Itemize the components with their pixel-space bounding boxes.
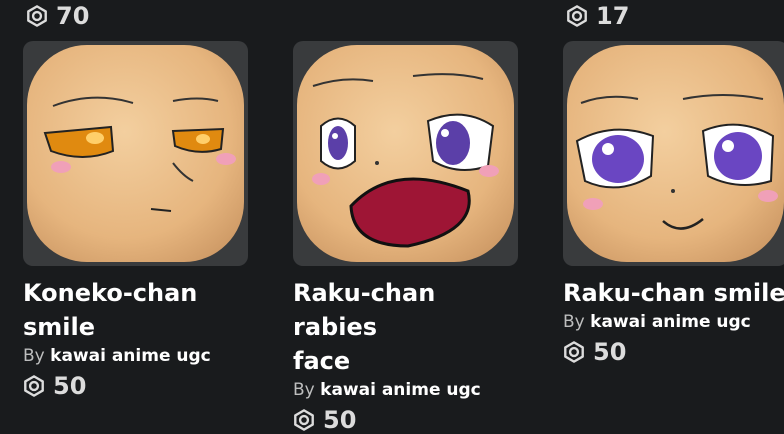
price-amount: 17 bbox=[596, 2, 630, 30]
item-title-line: face bbox=[293, 347, 351, 375]
price-amount: 50 bbox=[53, 372, 87, 400]
item-title[interactable]: Raku-chan smile bbox=[563, 276, 784, 310]
item-title-line: Koneko-chan bbox=[23, 279, 198, 307]
item-title-line: smile bbox=[23, 313, 96, 341]
item-card-raku-chan-smile[interactable]: Raku-chan smile By kawai anime ugc 50 bbox=[563, 41, 784, 366]
item-title[interactable]: Koneko-chan smile bbox=[23, 276, 248, 344]
item-card-raku-chan-rabies-face[interactable]: Raku-chan rabies face By kawai anime ugc… bbox=[293, 41, 518, 434]
by-label: By bbox=[293, 380, 315, 400]
creator-link[interactable]: kawai anime ugc bbox=[50, 346, 211, 366]
price-amount: 70 bbox=[56, 2, 90, 30]
creator-link[interactable]: kawai anime ugc bbox=[320, 380, 481, 400]
robux-icon bbox=[23, 375, 45, 397]
face-thumbnail-image bbox=[27, 45, 244, 262]
item-creator: By kawai anime ugc bbox=[23, 346, 248, 366]
creator-link[interactable]: kawai anime ugc bbox=[590, 312, 751, 332]
item-creator: By kawai anime ugc bbox=[563, 312, 784, 332]
robux-icon bbox=[563, 341, 585, 363]
robux-icon bbox=[26, 5, 48, 27]
price-amount: 50 bbox=[593, 338, 627, 366]
price-amount: 50 bbox=[323, 406, 357, 434]
item-price: 50 bbox=[23, 372, 248, 400]
item-card-koneko-chan-smile[interactable]: Koneko-chan smile By kawai anime ugc 50 bbox=[23, 41, 248, 400]
face-thumbnail-image bbox=[297, 45, 514, 262]
item-thumbnail[interactable] bbox=[293, 41, 518, 266]
item-creator: By kawai anime ugc bbox=[293, 380, 518, 400]
face-thumbnail-image bbox=[567, 45, 784, 262]
top-price-left: 70 bbox=[26, 2, 89, 30]
by-label: By bbox=[23, 346, 45, 366]
robux-icon bbox=[293, 409, 315, 431]
item-thumbnail[interactable] bbox=[23, 41, 248, 266]
item-title-line: Raku-chan rabies bbox=[293, 279, 436, 341]
item-title-line: Raku-chan smile bbox=[563, 279, 784, 307]
top-price-right: 17 bbox=[566, 2, 629, 30]
item-price: 50 bbox=[293, 406, 518, 434]
item-title[interactable]: Raku-chan rabies face bbox=[293, 276, 518, 378]
robux-icon bbox=[566, 5, 588, 27]
item-price: 50 bbox=[563, 338, 784, 366]
item-thumbnail[interactable] bbox=[563, 41, 784, 266]
by-label: By bbox=[563, 312, 585, 332]
